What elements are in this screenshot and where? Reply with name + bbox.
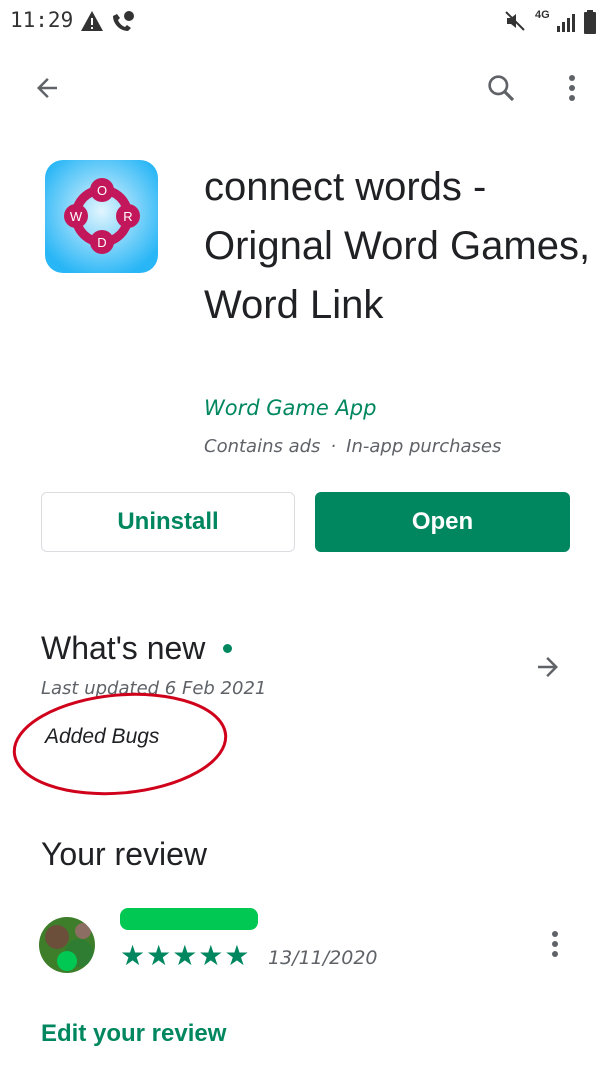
- call-icon: [113, 11, 134, 31]
- meta-separator: ·: [330, 436, 337, 457]
- review-stars: ★★★★★: [120, 940, 251, 971]
- open-button[interactable]: Open: [315, 492, 570, 552]
- contains-ads-label: Contains ads: [204, 436, 321, 457]
- whats-new-header[interactable]: What's new: [41, 630, 233, 667]
- whats-new-arrow-button[interactable]: [524, 643, 572, 691]
- more-options-button[interactable]: [548, 64, 596, 112]
- more-vert-icon: [552, 931, 558, 957]
- developer-link[interactable]: Word Game App: [204, 396, 376, 420]
- your-review-title: Your review: [41, 836, 208, 872]
- search-button[interactable]: [477, 64, 525, 112]
- more-vert-icon: [569, 75, 575, 101]
- whats-new-title: What's new: [41, 630, 206, 666]
- app-title: connect words - Orignal Word Games, Word…: [204, 165, 591, 327]
- icon-letter: W: [70, 209, 83, 224]
- icon-letter: O: [97, 183, 107, 198]
- avatar: [39, 917, 95, 973]
- warning-icon: [81, 11, 103, 31]
- status-time: 11:29: [10, 8, 74, 32]
- battery-icon: [584, 10, 596, 34]
- icon-letter: D: [97, 235, 106, 250]
- edit-review-link[interactable]: Edit your review: [41, 1020, 226, 1048]
- network-type: 4G: [535, 9, 550, 21]
- uninstall-button[interactable]: Uninstall: [41, 492, 295, 552]
- back-arrow-icon: [37, 78, 57, 98]
- review-date: 13/11/2020: [268, 947, 378, 969]
- back-button[interactable]: [23, 64, 71, 112]
- redacted-reviewer-name: [120, 908, 258, 930]
- mute-icon: [505, 11, 525, 31]
- status-bar: 11:29 4G: [0, 0, 610, 44]
- arrow-forward-icon: [538, 657, 558, 677]
- review-more-button[interactable]: [531, 920, 579, 968]
- search-icon: [488, 75, 515, 102]
- red-annotation-circle: [12, 692, 228, 796]
- new-indicator-dot: [223, 644, 233, 653]
- app-icon: O W R D: [45, 160, 158, 273]
- signal-icon: [557, 14, 575, 32]
- in-app-purchases-label: In-app purchases: [346, 436, 502, 457]
- app-meta: Contains ads · In-app purchases: [204, 436, 501, 457]
- icon-letter: R: [123, 209, 132, 224]
